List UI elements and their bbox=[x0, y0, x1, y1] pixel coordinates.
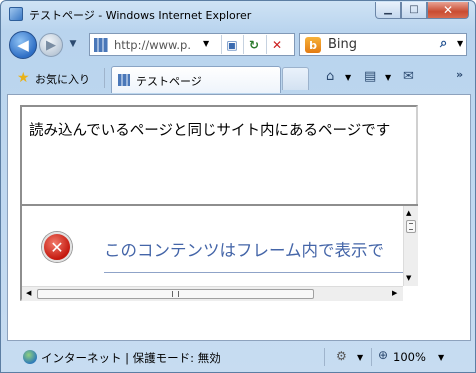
caption-buttons: ▁ □ ✕ bbox=[375, 2, 469, 20]
tab-test-page[interactable]: テストページ bbox=[111, 66, 281, 93]
scroll-left-icon[interactable]: ◀ bbox=[26, 289, 31, 297]
page-favicon-icon bbox=[94, 38, 108, 52]
search-button[interactable]: ⌕ bbox=[440, 36, 447, 51]
favorites-button[interactable]: お気に入り bbox=[35, 71, 90, 87]
error-icon: ✕ bbox=[42, 232, 72, 262]
stop-button[interactable]: ✕ bbox=[266, 35, 287, 54]
refresh-button[interactable]: ↻ bbox=[243, 35, 264, 54]
inner-iframe: ✕ このコンテンツはフレーム内で表示で ▲ ▼ ◀ ▶ bbox=[22, 204, 418, 301]
back-arrow-icon: ◀ bbox=[17, 36, 29, 54]
search-box[interactable]: b Bing ⌕ ▼ bbox=[299, 33, 467, 56]
feeds-icon[interactable]: ▤ bbox=[364, 69, 376, 84]
status-bar: インターネット | 保護モード: 無効 ⚙ ▼ ⊕ 100% ▼ bbox=[1, 342, 475, 372]
zoom-dropdown-icon[interactable]: ▼ bbox=[438, 353, 444, 362]
minimize-icon: ▁ bbox=[384, 4, 392, 15]
forward-arrow-icon: ▶ bbox=[46, 37, 56, 53]
window-title: テストページ - Windows Internet Explorer bbox=[29, 9, 252, 22]
popup-blocker-dropdown-icon[interactable]: ▼ bbox=[357, 353, 363, 362]
new-tab-button[interactable] bbox=[282, 67, 309, 90]
horizontal-scroll-thumb[interactable] bbox=[37, 289, 314, 299]
internet-zone-icon bbox=[23, 350, 37, 364]
frame-message: 読み込んでいるページと同じサイト内にあるページです bbox=[29, 123, 391, 139]
recent-pages-dropdown[interactable]: ▼ bbox=[67, 37, 79, 51]
compatibility-view-button[interactable]: ▣ bbox=[221, 35, 242, 54]
popup-blocker-icon[interactable]: ⚙ bbox=[336, 349, 347, 363]
vertical-scrollbar[interactable]: ▲ ▼ bbox=[403, 206, 418, 286]
home-dropdown-icon[interactable]: ▼ bbox=[345, 73, 351, 82]
scroll-grip bbox=[409, 223, 413, 230]
horizontal-scrollbar[interactable]: ◀ ▶ bbox=[22, 286, 403, 301]
tab-label: テストページ bbox=[136, 75, 202, 88]
security-zone-status[interactable]: インターネット | 保護モード: 無効 bbox=[41, 350, 221, 366]
scroll-down-icon[interactable]: ▼ bbox=[406, 274, 411, 282]
feeds-dropdown-icon[interactable]: ▼ bbox=[385, 73, 391, 82]
error-x-glyph: ✕ bbox=[50, 237, 64, 257]
divider-line bbox=[104, 272, 404, 273]
bing-logo-icon: b bbox=[305, 37, 321, 53]
home-icon[interactable]: ⌂ bbox=[326, 69, 334, 84]
close-window-button[interactable]: ✕ bbox=[427, 2, 469, 19]
ie-app-icon bbox=[9, 7, 23, 21]
more-commands-icon[interactable]: » bbox=[456, 68, 463, 81]
address-input[interactable]: http://www.p. bbox=[114, 38, 191, 52]
toolbar-divider bbox=[104, 68, 105, 88]
vertical-scroll-thumb[interactable] bbox=[406, 220, 416, 233]
scroll-grip bbox=[172, 291, 179, 297]
error-heading: このコンテンツはフレーム内で表示で bbox=[104, 241, 385, 260]
zoom-level[interactable]: 100% bbox=[393, 350, 426, 364]
title-bar: テストページ - Windows Internet Explorer ▁ □ ✕ bbox=[1, 1, 475, 27]
outer-frame: 読み込んでいるページと同じサイト内にあるページです ✕ このコンテンツはフレーム… bbox=[20, 105, 418, 301]
scroll-up-icon[interactable]: ▲ bbox=[406, 209, 411, 217]
search-input[interactable]: Bing bbox=[328, 37, 357, 52]
status-divider bbox=[371, 348, 372, 366]
address-dropdown-icon[interactable]: ▼ bbox=[203, 39, 209, 48]
maximize-button[interactable]: □ bbox=[401, 2, 427, 19]
search-options-dropdown-icon[interactable]: ▼ bbox=[457, 39, 463, 48]
close-icon: ✕ bbox=[442, 3, 454, 17]
tab-favicon-icon bbox=[118, 74, 130, 86]
favorites-star-icon[interactable]: ★ bbox=[17, 70, 30, 86]
browser-window: テストページ - Windows Internet Explorer ▁ □ ✕… bbox=[0, 0, 476, 373]
zoom-icon[interactable]: ⊕ bbox=[378, 348, 388, 362]
maximize-icon: □ bbox=[409, 4, 419, 15]
address-bar[interactable]: http://www.p. ▼ ▣ ↻ ✕ bbox=[89, 33, 295, 56]
navigation-bar: ◀ ▶ ▼ http://www.p. ▼ ▣ ↻ ✕ b Bing ⌕ ▼ bbox=[1, 28, 475, 62]
back-button[interactable]: ◀ bbox=[9, 31, 37, 59]
scroll-right-icon[interactable]: ▶ bbox=[392, 289, 397, 297]
tab-bar: ★ お気に入り テストページ ⌂ ▼ ▤ ▼ ✉ » bbox=[1, 63, 475, 93]
page-content: 読み込んでいるページと同じサイト内にあるページです ✕ このコンテンツはフレーム… bbox=[7, 94, 471, 341]
mail-icon[interactable]: ✉ bbox=[403, 69, 414, 84]
forward-button[interactable]: ▶ bbox=[39, 33, 63, 57]
minimize-button[interactable]: ▁ bbox=[375, 2, 401, 19]
status-divider bbox=[324, 348, 325, 366]
